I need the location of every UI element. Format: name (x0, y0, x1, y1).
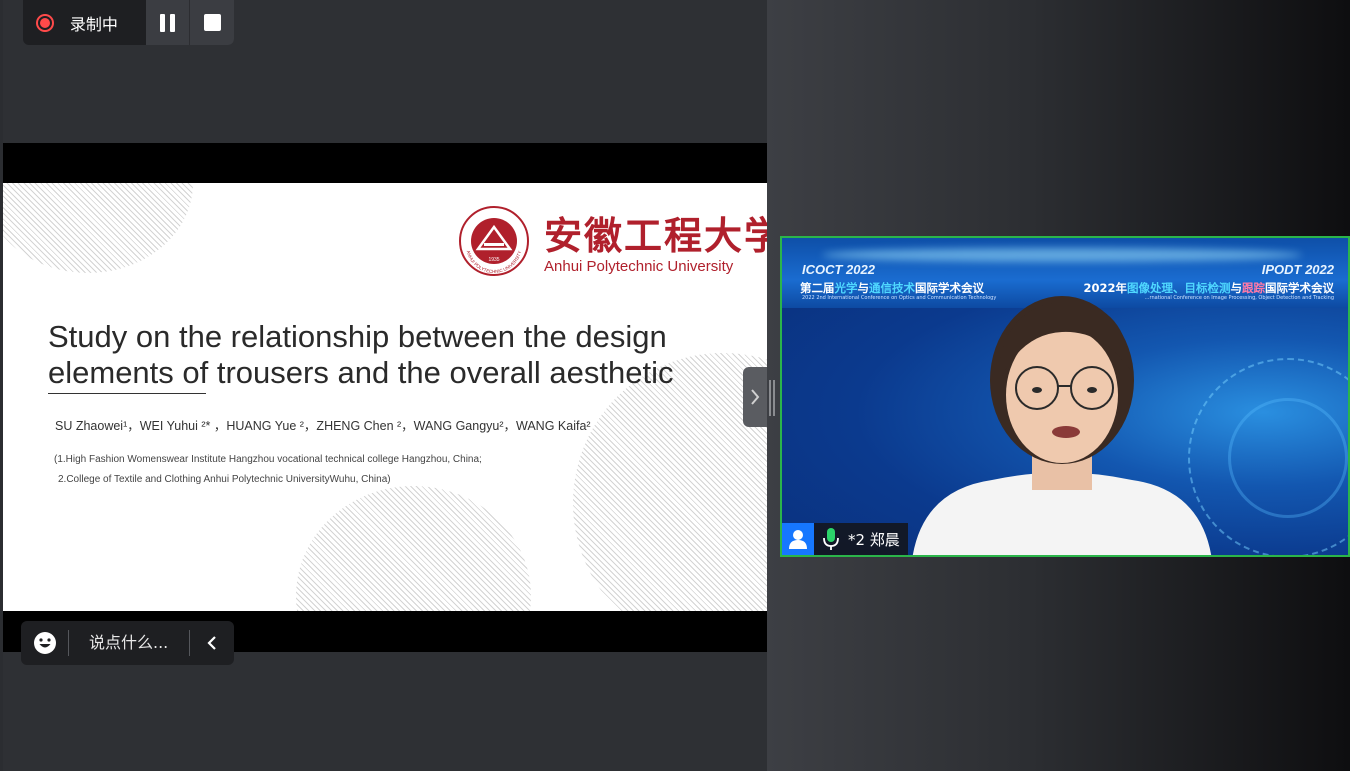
chevron-right-icon (751, 389, 760, 405)
recording-indicator-icon (36, 13, 54, 32)
microphone-icon (823, 528, 839, 550)
seal-year: 1935 (488, 257, 499, 263)
recording-label: 录制中 (69, 14, 118, 34)
panel-resize-handle[interactable] (769, 380, 775, 416)
slide-frame: 1935 ANHUI POLYTECHNIC UNIVERSITY 安徽工程大学… (3, 143, 767, 652)
slide-affiliation-2: 2.College of Textile and Clothing Anhui … (58, 474, 391, 485)
meeting-window: 1935 ANHUI POLYTECHNIC UNIVERSITY 安徽工程大学… (0, 0, 1350, 771)
university-seal-icon: 1935 ANHUI POLYTECHNIC UNIVERSITY (459, 206, 529, 276)
slide-affiliation-1: (1.High Fashion Womenswear Institute Han… (54, 454, 482, 465)
university-name-en: Anhui Polytechnic University (544, 258, 734, 275)
stop-icon (203, 14, 221, 31)
slide-title-line1: Study on the relationship between the de… (48, 319, 667, 354)
decor-circle-top-left (3, 183, 193, 273)
decor-tech-ring-inner (1228, 398, 1348, 518)
participant-name: *2 郑晨 (848, 530, 900, 549)
conference-right-tag: IPODT 2022 (1261, 262, 1334, 277)
pause-recording-button[interactable] (145, 0, 190, 45)
pause-icon (159, 13, 165, 32)
toggle-panel-button[interactable] (743, 367, 767, 427)
slide-title: Study on the relationship between the de… (48, 319, 748, 391)
decor-circle-bottom (296, 486, 531, 611)
stop-recording-button[interactable] (189, 0, 234, 45)
participant-video-image (912, 296, 1212, 555)
collapse-chat-button[interactable] (190, 621, 234, 665)
title-underline (48, 393, 206, 394)
chevron-left-icon (207, 636, 216, 650)
avatar (782, 523, 814, 555)
recording-toolbar: 录制中 (23, 0, 234, 45)
pause-icon (169, 13, 175, 32)
microphone-status (814, 523, 848, 555)
chat-input[interactable]: 说点什么... (69, 630, 190, 656)
slide-authors: SU Zhaowei¹，WEI Yuhui ²* ，HUANG Yue ²，ZH… (55, 419, 591, 433)
university-logo: 1935 ANHUI POLYTECHNIC UNIVERSITY 安徽工程大学… (458, 203, 767, 283)
emoji-icon (33, 632, 56, 654)
decor-circle-right (573, 353, 767, 611)
conference-left-tag: ICOCT 2022 (802, 262, 875, 277)
presentation-slide: 1935 ANHUI POLYTECHNIC UNIVERSITY 安徽工程大学… (3, 183, 767, 611)
banner-glow (822, 248, 1302, 262)
participant-name-badge: *2 郑晨 (782, 523, 908, 555)
university-name-cn: 安徽工程大学 (544, 213, 767, 258)
user-icon (789, 530, 807, 549)
emoji-button[interactable] (21, 630, 69, 656)
slide-title-line2: elements of trousers and the overall aes… (48, 355, 674, 390)
participant-video-tile[interactable]: ICOCT 2022 第二届光学与通信技术国际学术会议 2022 2nd Int… (780, 236, 1350, 557)
chat-bar: 说点什么... (21, 621, 234, 665)
